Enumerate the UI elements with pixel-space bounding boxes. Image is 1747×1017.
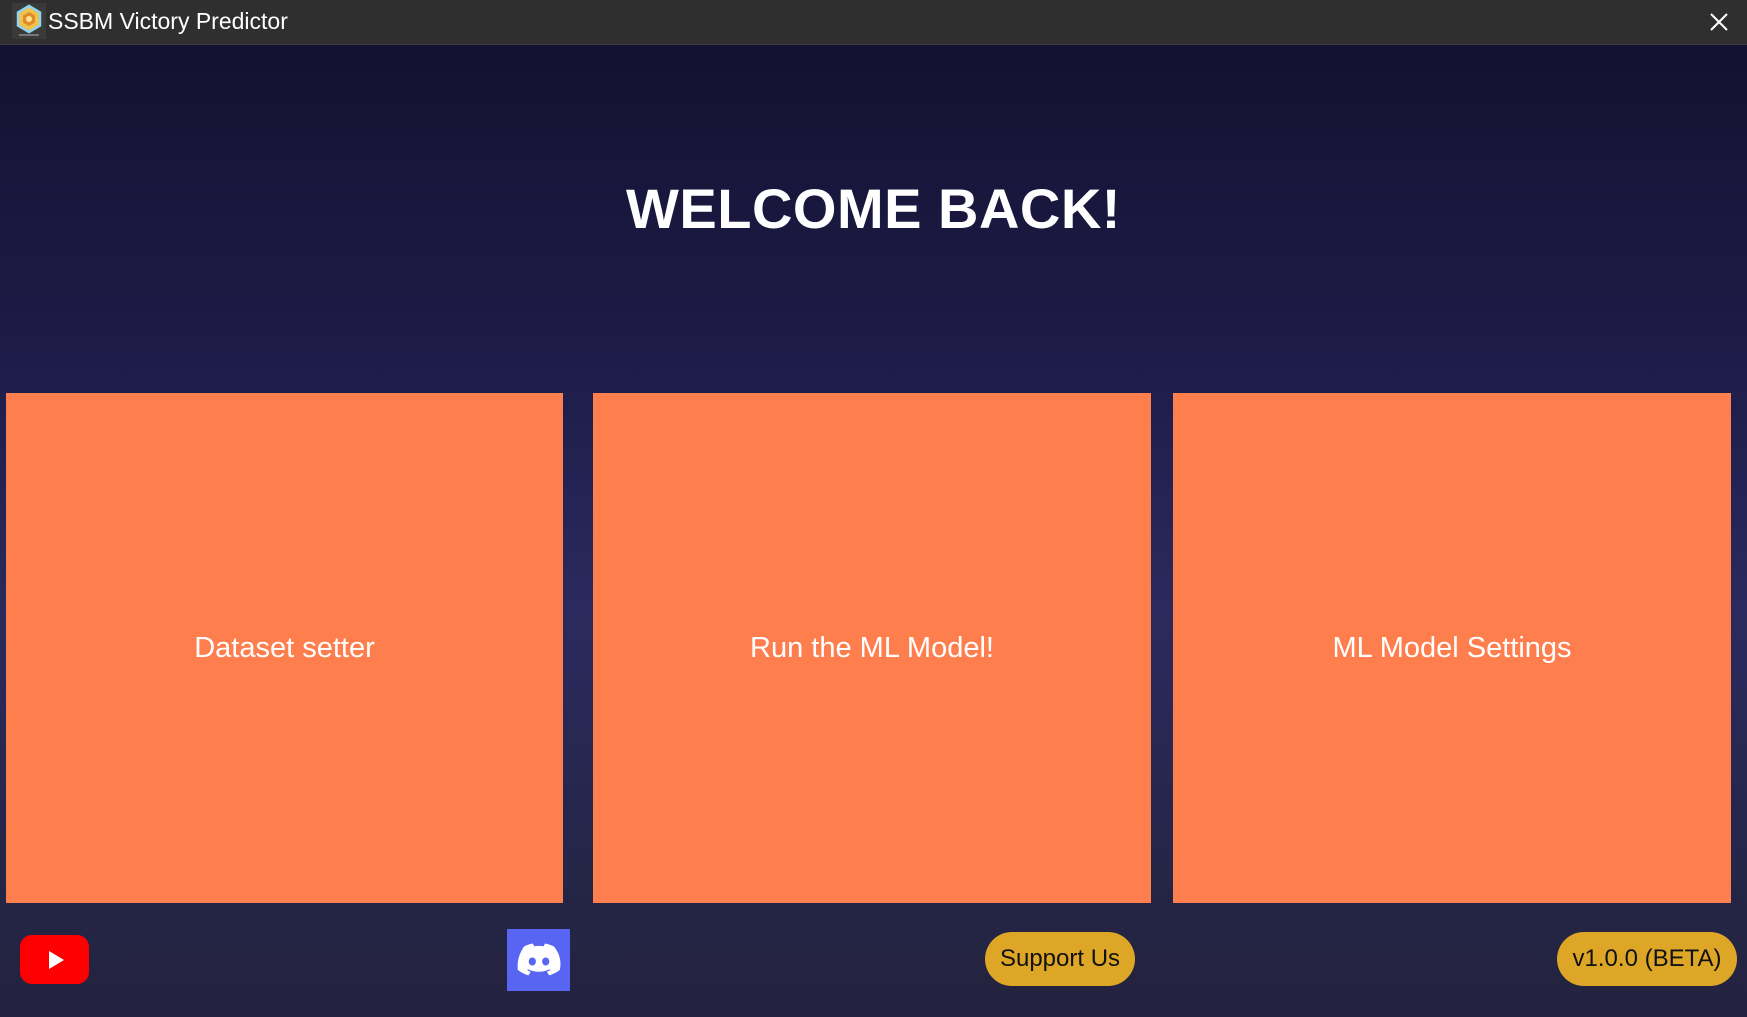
discord-icon	[517, 943, 560, 976]
welcome-heading: WELCOME BACK!	[626, 177, 1121, 240]
youtube-button[interactable]	[20, 935, 89, 984]
version-badge[interactable]: v1.0.0 (BETA)	[1557, 932, 1737, 986]
close-icon	[1710, 13, 1728, 31]
ml-model-settings-button[interactable]: ML Model Settings	[1173, 393, 1731, 903]
discord-button[interactable]	[507, 929, 570, 991]
dataset-setter-button[interactable]: Dataset setter	[6, 393, 563, 903]
support-us-button[interactable]: Support Us	[985, 932, 1135, 986]
close-button[interactable]	[1691, 0, 1747, 44]
run-ml-model-label: Run the ML Model!	[750, 631, 994, 664]
ml-model-settings-label: ML Model Settings	[1332, 631, 1572, 664]
support-us-label: Support Us	[999, 945, 1121, 972]
window-title: SSBM Victory Predictor	[48, 8, 288, 34]
dataset-setter-label: Dataset setter	[194, 631, 375, 664]
youtube-icon	[48, 950, 64, 969]
app-logo-icon	[12, 3, 46, 39]
app-window: SSBM Victory Predictor WELCOME BACK! Dat…	[0, 0, 1747, 1017]
version-label: v1.0.0 (BETA)	[1572, 945, 1722, 972]
run-ml-model-button[interactable]: Run the ML Model!	[593, 393, 1151, 903]
title-bar[interactable]: SSBM Victory Predictor	[0, 0, 1747, 45]
